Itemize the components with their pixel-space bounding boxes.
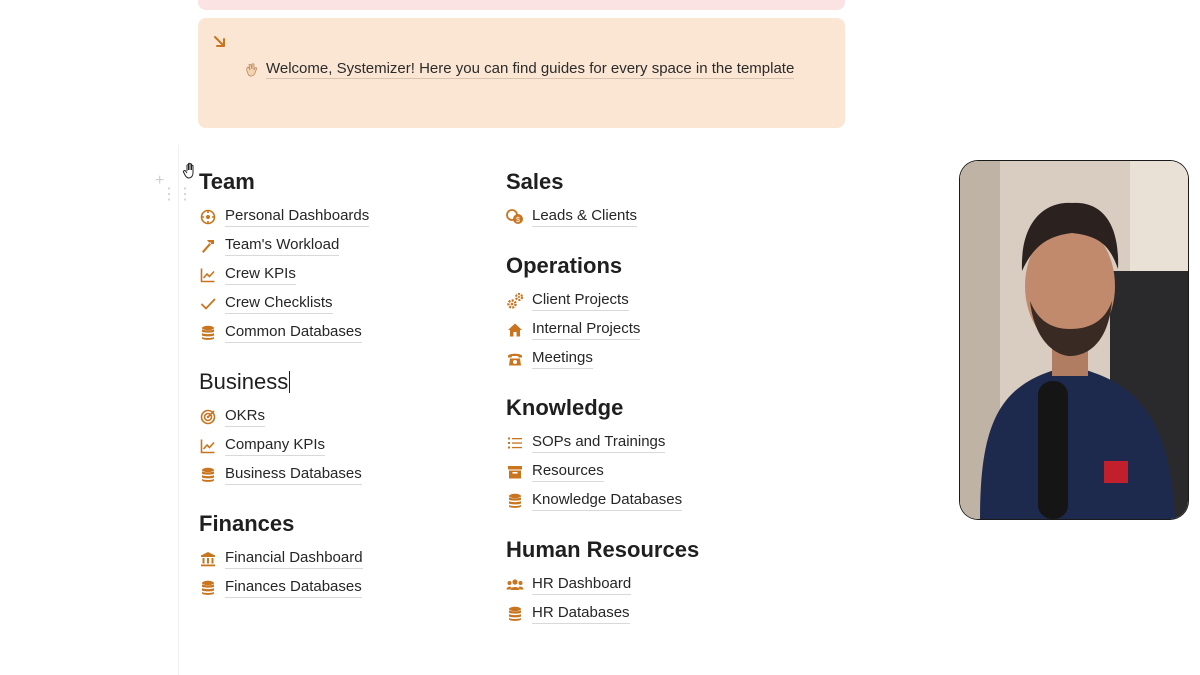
link-label[interactable]: Crew KPIs	[225, 265, 296, 285]
waving-hand-icon	[242, 61, 260, 79]
section-operations: Operations Client Projects Internal Proj…	[506, 252, 699, 373]
link-okrs[interactable]: OKRs	[199, 402, 369, 431]
heading-team: Team	[199, 169, 255, 194]
target-icon	[199, 408, 217, 426]
hammer-icon	[199, 237, 217, 255]
check-icon	[199, 295, 217, 313]
heading-sales: Sales	[506, 169, 564, 194]
link-crew-checklists[interactable]: Crew Checklists	[199, 289, 369, 318]
link-leads-clients[interactable]: $ Leads & Clients	[506, 202, 699, 231]
link-resources[interactable]: Resources	[506, 457, 699, 486]
heading-human-resources: Human Resources	[506, 537, 700, 562]
link-label[interactable]: Resources	[532, 462, 604, 482]
link-label[interactable]: Meetings	[532, 349, 593, 369]
dashboard-icon	[199, 208, 217, 226]
link-hr-dashboard[interactable]: HR Dashboard	[506, 570, 699, 599]
link-label[interactable]: Internal Projects	[532, 320, 641, 340]
database-icon	[506, 605, 524, 623]
database-icon	[199, 466, 217, 484]
link-client-projects[interactable]: Client Projects	[506, 286, 699, 315]
top-callout-strip	[198, 0, 845, 10]
archive-icon	[506, 463, 524, 481]
webcam-overlay	[960, 161, 1188, 519]
section-human-resources: Human Resources HR Dashboard HR Database…	[506, 536, 699, 628]
link-knowledge-databases[interactable]: Knowledge Databases	[506, 486, 699, 515]
link-internal-projects[interactable]: Internal Projects	[506, 315, 699, 344]
drag-dots-icon[interactable]: ⋮⋮	[161, 186, 193, 203]
link-finances-databases[interactable]: Finances Databases	[199, 573, 369, 602]
link-label[interactable]: Leads & Clients	[532, 207, 638, 227]
page-margin-line	[178, 145, 179, 675]
link-teams-workload[interactable]: Team's Workload	[199, 231, 369, 260]
link-label[interactable]: HR Dashboard	[532, 575, 632, 595]
database-icon	[506, 492, 524, 510]
arrow-down-right-icon	[214, 36, 225, 47]
link-label[interactable]: Client Projects	[532, 291, 629, 311]
link-crew-kpis[interactable]: Crew KPIs	[199, 260, 369, 289]
database-icon	[199, 324, 217, 342]
link-label[interactable]: Team's Workload	[225, 236, 340, 256]
coins-icon: $	[506, 208, 524, 226]
link-personal-dashboards[interactable]: Personal Dashboards	[199, 202, 370, 231]
hand-cursor-icon	[182, 162, 194, 179]
presenter-video-image	[960, 161, 1188, 519]
link-common-databases[interactable]: Common Databases	[199, 318, 369, 347]
trend-icon	[199, 266, 217, 284]
section-business: Business OKRs Company KPIs Business Data…	[199, 368, 369, 489]
section-team: Team Personal Dashboards Team's Workload…	[199, 168, 370, 347]
people-icon	[506, 576, 524, 594]
link-label[interactable]: Common Databases	[225, 323, 362, 343]
callout-text: Welcome, Systemizer! Here you can find g…	[266, 60, 795, 79]
link-label[interactable]: Knowledge Databases	[532, 491, 683, 511]
trend-icon	[199, 437, 217, 455]
list-icon	[506, 434, 524, 452]
link-financial-dashboard[interactable]: Financial Dashboard	[199, 544, 369, 573]
link-label[interactable]: HR Databases	[532, 604, 630, 624]
gears-icon	[506, 292, 524, 310]
link-sops-trainings[interactable]: SOPs and Trainings	[506, 428, 699, 457]
house-icon	[506, 321, 524, 339]
link-meetings[interactable]: Meetings	[506, 344, 699, 373]
link-business-databases[interactable]: Business Databases	[199, 460, 369, 489]
left-column: Team Personal Dashboards Team's Workload…	[199, 168, 370, 623]
link-company-kpis[interactable]: Company KPIs	[199, 431, 369, 460]
link-label[interactable]: Business Databases	[225, 465, 362, 485]
link-label[interactable]: SOPs and Trainings	[532, 433, 666, 453]
heading-finances: Finances	[199, 511, 295, 536]
section-finances: Finances Financial Dashboard Finances Da…	[199, 510, 369, 602]
svg-text:$: $	[516, 217, 520, 224]
section-knowledge: Knowledge SOPs and Trainings Resources K…	[506, 394, 699, 515]
welcome-callout: Welcome, Systemizer! Here you can find g…	[198, 18, 845, 128]
link-label[interactable]: Financial Dashboard	[225, 549, 363, 569]
section-sales: Sales $ Leads & Clients	[506, 168, 699, 231]
phone-icon	[506, 350, 524, 368]
link-label[interactable]: Finances Databases	[225, 578, 362, 598]
bank-icon	[199, 550, 217, 568]
link-label[interactable]: Company KPIs	[225, 436, 326, 456]
heading-business[interactable]: Business	[199, 368, 369, 396]
right-column: Sales $ Leads & Clients Operations Clien…	[506, 168, 699, 649]
link-label[interactable]: Crew Checklists	[225, 294, 333, 314]
link-label[interactable]: Personal Dashboards	[225, 207, 370, 227]
link-label[interactable]: OKRs	[225, 407, 266, 427]
database-icon	[199, 579, 217, 597]
link-hr-databases[interactable]: HR Databases	[506, 599, 699, 628]
text-caret	[289, 371, 291, 393]
heading-knowledge: Knowledge	[506, 395, 624, 420]
heading-operations: Operations	[506, 253, 623, 278]
